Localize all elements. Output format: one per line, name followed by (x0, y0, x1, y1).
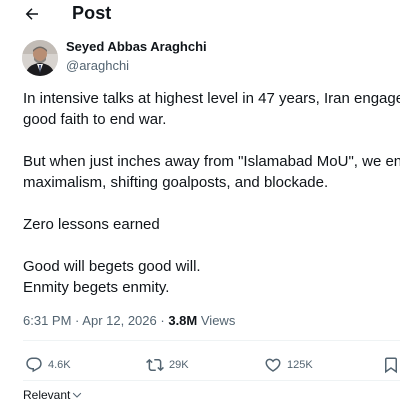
avatar[interactable] (22, 40, 58, 76)
bookmark-icon (385, 357, 397, 374)
reply-icon (26, 357, 42, 373)
tweet-line: maximalism, shifting goalposts, and bloc… (23, 174, 329, 191)
repost-count: 29K (169, 359, 189, 371)
post-meta: 6:31 PM · Apr 12, 2026 · 3.8M Views (23, 313, 235, 328)
views-count: 3.8M (168, 313, 198, 328)
avatar-image (22, 40, 58, 76)
reply-count: 4.6K (48, 359, 71, 371)
meta-separator: · (160, 313, 165, 328)
tweet-line: Good will begets good will. (23, 258, 201, 275)
bookmark-button[interactable] (382, 356, 400, 374)
divider (23, 380, 400, 381)
tweet-line: good faith to end war. (23, 111, 167, 128)
tweet-line: Zero lessons earned (23, 216, 160, 233)
tweet-line: But when just inches away from "Islamaba… (23, 153, 400, 170)
tweet-paragraph: Zero lessons earned (23, 214, 400, 235)
reply-button[interactable]: 4.6K (25, 356, 71, 374)
post-time[interactable]: 6:31 PM (23, 313, 71, 328)
tweet-paragraph: In intensive talks at highest level in 4… (23, 88, 400, 130)
action-bar: 4.6K 29K 125K (0, 356, 400, 378)
tweet-paragraph: But when just inches away from "Islamaba… (23, 151, 400, 193)
arrow-left-icon (25, 8, 38, 20)
back-button[interactable] (18, 0, 46, 28)
author-name[interactable]: Seyed Abbas Araghchi (66, 39, 207, 54)
tweet-line: In intensive talks at highest level in 4… (23, 90, 400, 107)
tweet-text: In intensive talks at highest level in 4… (23, 88, 400, 319)
repost-icon (146, 358, 164, 372)
post-date[interactable]: Apr 12, 2026 (82, 313, 156, 328)
chevron-down-icon (73, 392, 82, 398)
tweet-line: Enmity begets enmity. (23, 279, 170, 296)
like-button[interactable]: 125K (264, 356, 313, 374)
divider (23, 340, 400, 341)
meta-separator: · (75, 313, 80, 328)
heart-icon (265, 358, 281, 372)
sort-label: Relevant (23, 388, 71, 402)
views-label: Views (200, 313, 236, 328)
sort-replies-button[interactable]: Relevant (23, 388, 83, 402)
repost-button[interactable]: 29K (146, 356, 189, 374)
post-page: Post Seyed Abbas Araghchi @araghchi In i… (0, 0, 400, 417)
post-header: Post (0, 0, 400, 30)
page-title: Post (72, 3, 112, 23)
tweet-paragraph: Good will begets good will. Enmity beget… (23, 256, 400, 298)
author-handle[interactable]: @araghchi (66, 58, 129, 73)
like-count: 125K (287, 359, 313, 371)
